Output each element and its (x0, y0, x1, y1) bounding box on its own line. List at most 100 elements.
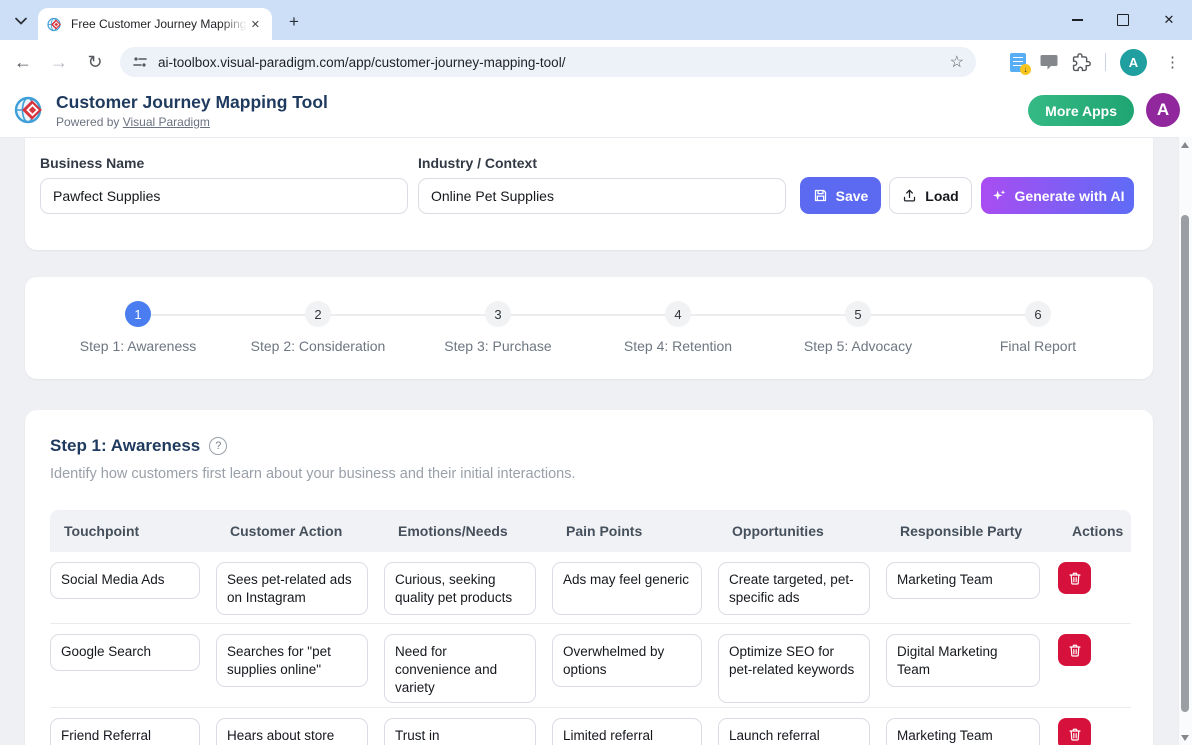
table-row: Friend Referral Hears about store Trust … (50, 708, 1131, 745)
powered-prefix: Powered by (56, 115, 123, 129)
emotions-needs-input[interactable]: Trust in (384, 718, 536, 745)
chat-extension-icon[interactable] (1040, 54, 1058, 70)
app-header: Customer Journey Mapping Tool Powered by… (0, 84, 1192, 138)
browser-toolbar: ← → ↻ ai-toolbox.visual-paradigm.com/app… (0, 40, 1192, 85)
scrollbar-thumb[interactable] (1181, 215, 1189, 712)
step-tab-awareness[interactable]: 1 Step 1: Awareness (48, 301, 228, 354)
step-number-badge: 5 (845, 301, 871, 327)
step-label: Step 2: Consideration (228, 338, 408, 354)
app-title: Customer Journey Mapping Tool (56, 92, 328, 113)
steps-progress-card: 1 Step 1: Awareness 2 Step 2: Consideratio… (25, 277, 1153, 379)
responsible-party-input[interactable]: Marketing Team (886, 562, 1040, 599)
step-tab-consideration[interactable]: 2 Step 2: Consideration (228, 301, 408, 354)
step-number-badge: 6 (1025, 301, 1051, 327)
trash-icon (1068, 571, 1082, 586)
reload-button[interactable]: ↻ (80, 40, 110, 84)
customer-action-input[interactable]: Sees pet-related ads on Instagram (216, 562, 368, 615)
table-row: Google Search Searches for "pet supplies… (50, 624, 1131, 708)
step-tab-retention[interactable]: 4 Step 4: Retention (588, 301, 768, 354)
window-close-button[interactable]: ✕ (1146, 0, 1192, 40)
table-header-row: Touchpoint Customer Action Emotions/Need… (50, 510, 1131, 552)
save-button[interactable]: Save (800, 177, 881, 214)
pain-points-input[interactable]: Limited referral (552, 718, 702, 745)
industry-label: Industry / Context (418, 155, 537, 171)
browser-window: Free Customer Journey Mapping ✕ + ✕ ← → … (0, 0, 1192, 745)
address-bar[interactable]: ai-toolbox.visual-paradigm.com/app/custo… (120, 47, 976, 77)
delete-row-button[interactable] (1058, 718, 1091, 745)
delete-row-button[interactable] (1058, 562, 1091, 594)
step-label: Step 3: Purchase (408, 338, 588, 354)
touchpoint-input[interactable]: Social Media Ads (50, 562, 200, 599)
user-avatar[interactable]: A (1146, 93, 1180, 127)
help-icon[interactable]: ? (209, 437, 227, 455)
minimize-icon (1072, 19, 1083, 20)
emotions-needs-input[interactable]: Need for convenience and variety (384, 634, 536, 703)
opportunities-input[interactable]: Launch referral (718, 718, 870, 745)
scroll-up-icon[interactable] (1181, 142, 1189, 148)
touchpoint-input[interactable]: Friend Referral (50, 718, 200, 745)
browser-titlebar: Free Customer Journey Mapping ✕ + ✕ (0, 0, 1192, 40)
browser-profile-avatar[interactable]: A (1120, 49, 1147, 76)
upload-icon (902, 188, 917, 203)
opportunities-input[interactable]: Optimize SEO for pet-related keywords (718, 634, 870, 703)
table-row: Social Media Ads Sees pet-related ads on… (50, 552, 1131, 624)
step-tab-final-report[interactable]: 6 Final Report (948, 301, 1128, 354)
minimize-button[interactable] (1054, 0, 1100, 40)
customer-action-input[interactable]: Searches for "pet supplies online" (216, 634, 368, 687)
download-badge-icon: ↓ (1020, 64, 1031, 75)
load-label: Load (925, 188, 958, 204)
step-tab-purchase[interactable]: 3 Step 3: Purchase (408, 301, 588, 354)
touchpoint-input[interactable]: Google Search (50, 634, 200, 671)
business-name-input[interactable] (40, 178, 408, 214)
step-number-badge: 3 (485, 301, 511, 327)
step-number-badge: 1 (125, 301, 151, 327)
back-button[interactable]: ← (8, 40, 38, 84)
emotions-needs-input[interactable]: Curious, seeking quality pet products (384, 562, 536, 615)
pain-points-input[interactable]: Overwhelmed by options (552, 634, 702, 687)
maximize-icon (1117, 14, 1129, 26)
extensions-puzzle-icon[interactable] (1072, 53, 1091, 72)
step-label: Final Report (948, 338, 1128, 354)
app-logo-icon (12, 93, 46, 127)
url-text[interactable]: ai-toolbox.visual-paradigm.com/app/custo… (158, 55, 950, 70)
tab-title: Free Customer Journey Mapping (71, 17, 247, 31)
step-tab-advocacy[interactable]: 5Step 5: Advocacy (768, 301, 948, 354)
delete-row-button[interactable] (1058, 634, 1091, 666)
column-header-customer-action: Customer Action (216, 523, 384, 539)
browser-tab-active[interactable]: Free Customer Journey Mapping ✕ (38, 8, 272, 40)
section-title-row: Step 1: Awareness ? (50, 436, 227, 456)
browser-menu-icon[interactable]: ⋮ (1161, 53, 1184, 71)
visual-paradigm-link[interactable]: Visual Paradigm (123, 115, 210, 129)
bookmark-star-icon[interactable]: ☆ (950, 52, 964, 72)
trash-icon (1068, 727, 1082, 742)
load-button[interactable]: Load (889, 177, 972, 214)
chevron-down-icon (15, 17, 27, 25)
customer-action-input[interactable]: Hears about store (216, 718, 368, 745)
opportunities-input[interactable]: Create targeted, pet-specific ads (718, 562, 870, 615)
trash-icon (1068, 643, 1082, 658)
generate-with-ai-button[interactable]: Generate with AI (981, 177, 1134, 214)
step-number-badge: 4 (665, 301, 691, 327)
forward-button[interactable]: → (44, 40, 74, 84)
column-header-emotions-needs: Emotions/Needs (384, 523, 552, 539)
vertical-scrollbar[interactable] (1178, 137, 1192, 745)
more-apps-button[interactable]: More Apps (1028, 95, 1134, 126)
site-info-icon[interactable] (132, 54, 148, 70)
docs-extension-icon[interactable]: ↓ (1010, 53, 1026, 72)
step-number-badge: 2 (305, 301, 331, 327)
tab-close-icon[interactable]: ✕ (247, 16, 264, 33)
sparkles-icon (991, 188, 1007, 204)
step-label: Step 4: Retention (588, 338, 768, 354)
pain-points-input[interactable]: Ads may feel generic (552, 562, 702, 615)
column-header-opportunities: Opportunities (718, 523, 886, 539)
industry-input[interactable] (418, 178, 786, 214)
scroll-down-icon[interactable] (1181, 735, 1189, 741)
responsible-party-input[interactable]: Marketing Team (886, 718, 1040, 745)
window-controls: ✕ (1054, 0, 1192, 40)
save-label: Save (836, 188, 869, 204)
maximize-button[interactable] (1100, 0, 1146, 40)
tab-search-button[interactable] (8, 8, 34, 34)
step-label: Step 1: Awareness (48, 338, 228, 354)
new-tab-button[interactable]: + (282, 10, 306, 34)
responsible-party-input[interactable]: Digital Marketing Team (886, 634, 1040, 687)
